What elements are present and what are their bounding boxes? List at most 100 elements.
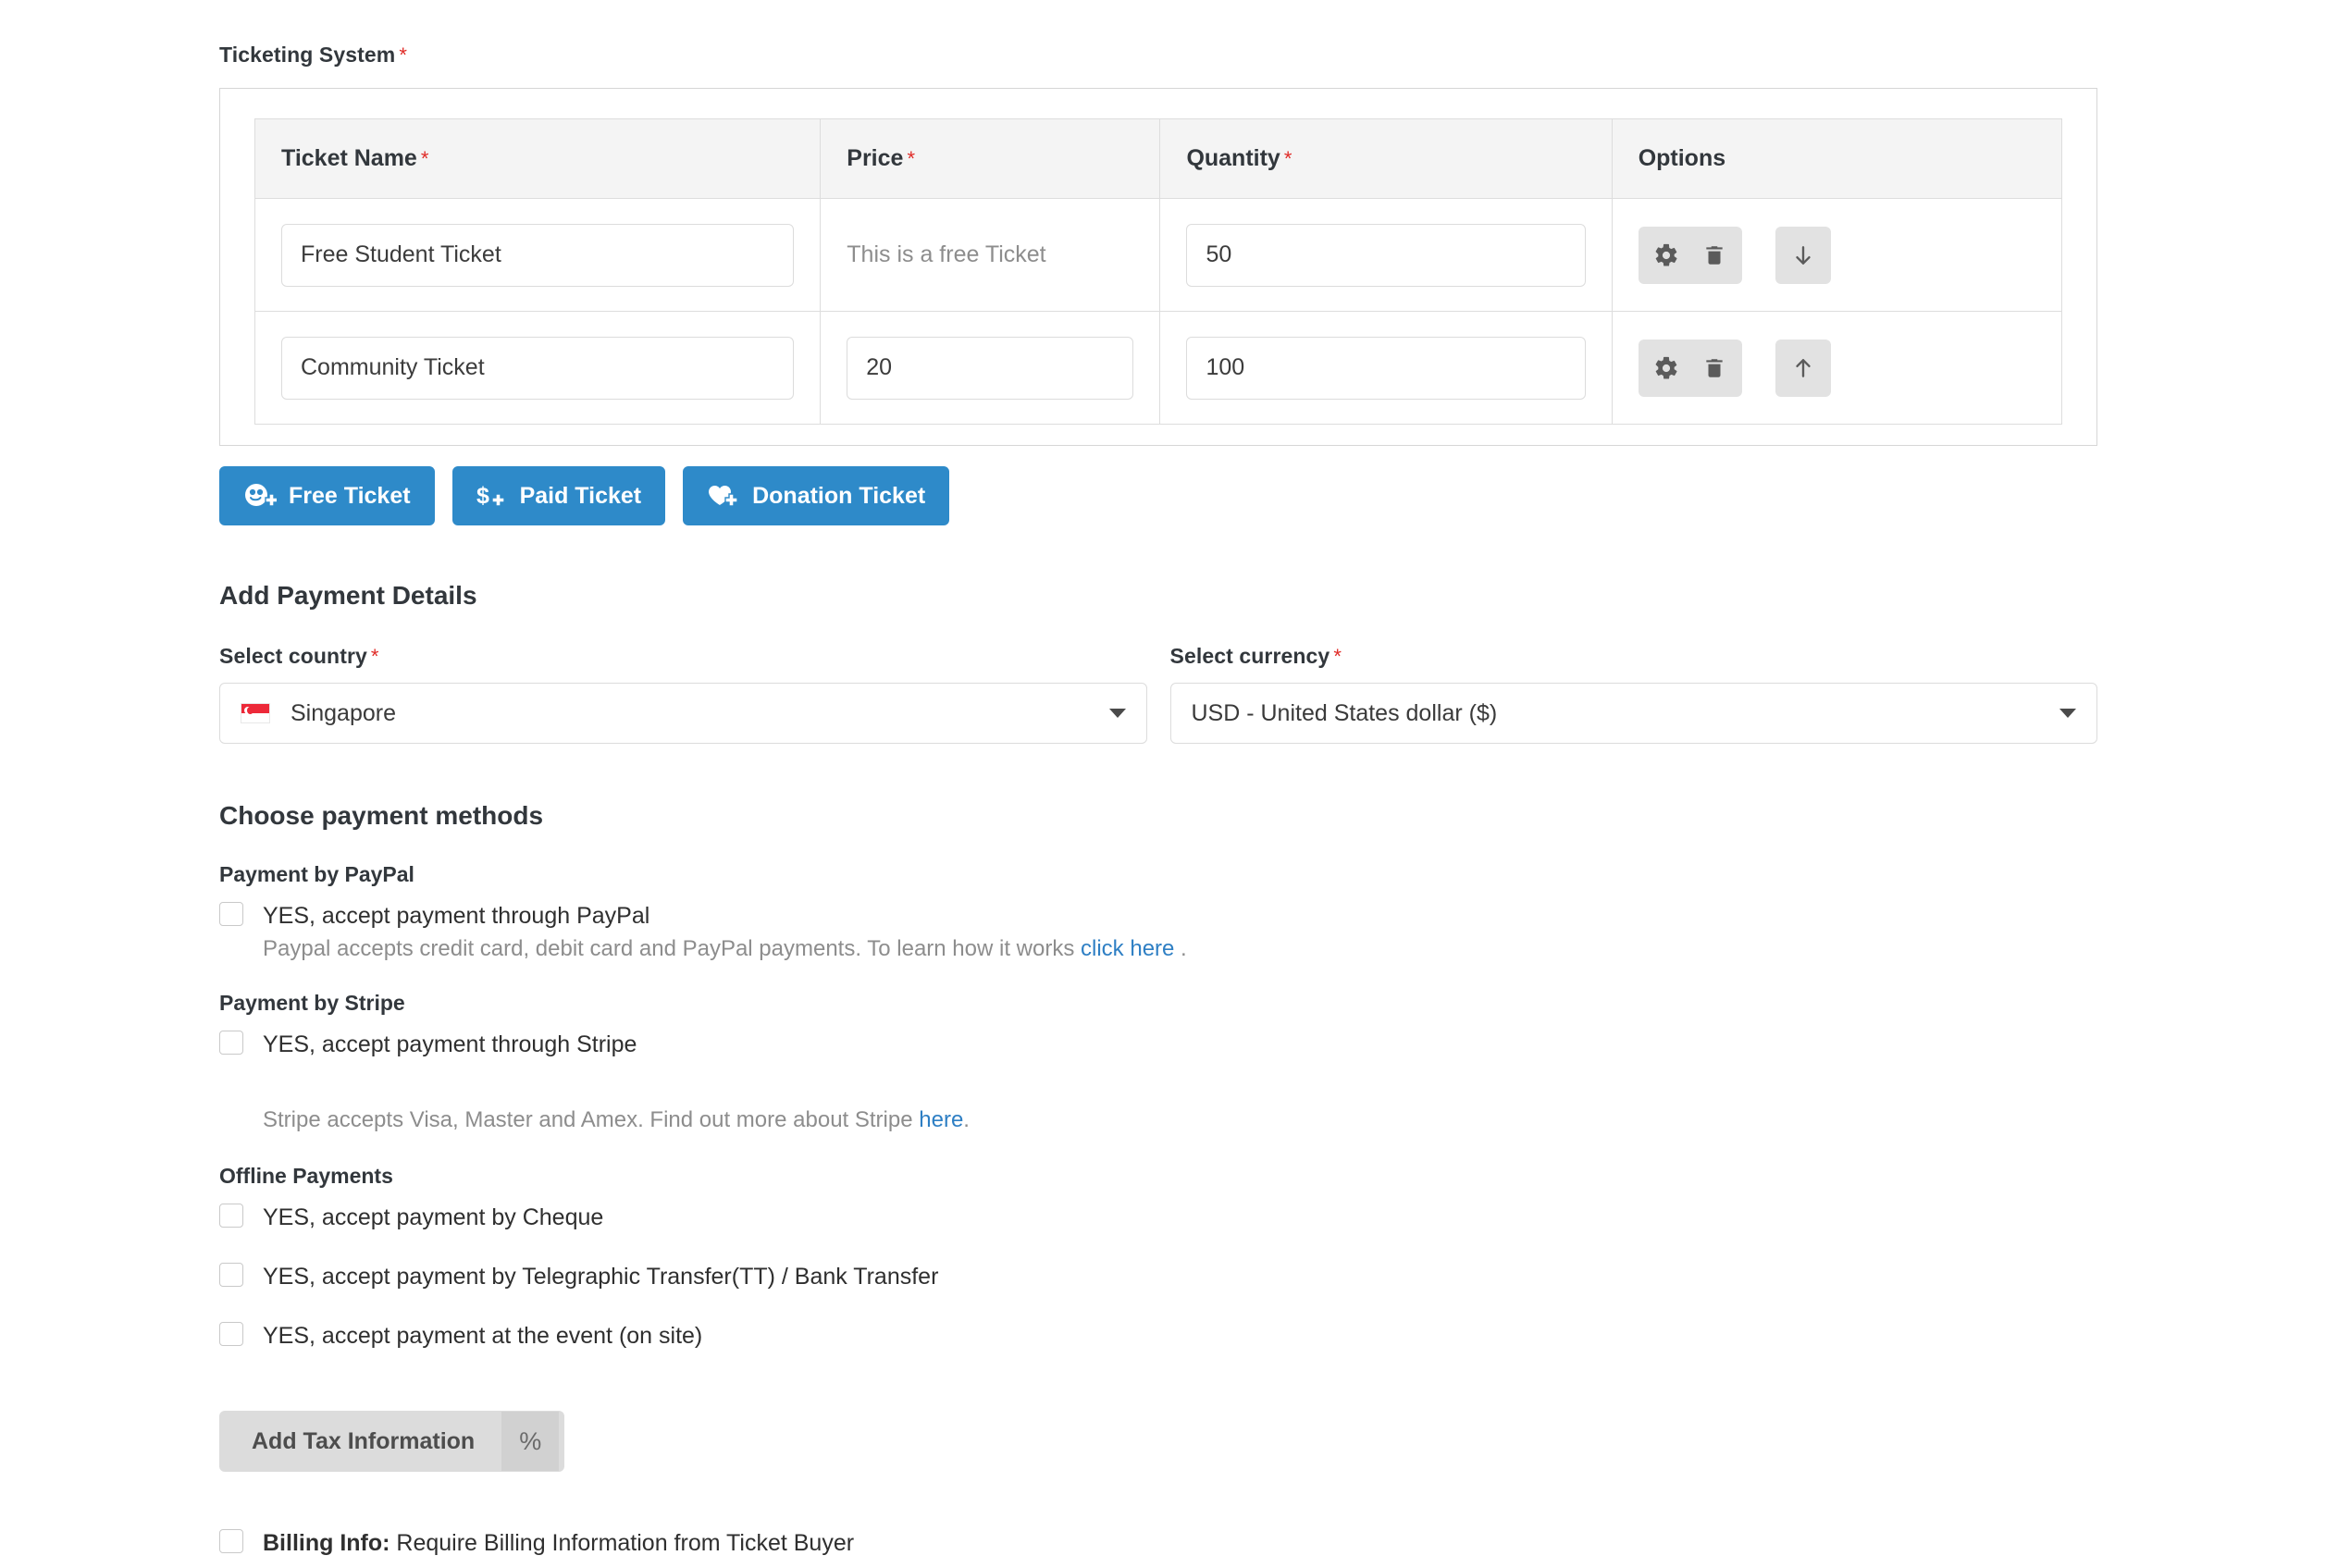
options-controls (1638, 226, 2035, 284)
form-content: Ticketing System * Ticket Name * Price * Qu… (219, 0, 2097, 1568)
country-label-text: Select country (219, 644, 367, 668)
offline-payments-group: Offline Payments YES, accept payment by … (219, 1164, 2097, 1350)
smiley-plus-icon (243, 482, 277, 510)
row-action-group (1638, 339, 1742, 397)
column-header-label: Options (1638, 145, 1726, 171)
free-ticket-note: This is a free Ticket (847, 241, 1046, 267)
cell-ticket-name (254, 198, 822, 312)
payment-details-section: Add Payment Details Select country * Sing… (219, 581, 2097, 744)
required-asterisk: * (1283, 147, 1292, 170)
paypal-checkbox-label: YES, accept payment through PayPal (263, 903, 650, 929)
stripe-heading: Payment by Stripe (219, 991, 405, 1015)
stripe-checkbox[interactable] (219, 1031, 243, 1055)
ticketing-system-label-text: Ticketing System (219, 43, 396, 67)
add-tax-information-button[interactable]: Add Tax Information % (219, 1411, 565, 1472)
add-free-ticket-button[interactable]: Free Ticket (219, 466, 435, 525)
billing-info-row: Billing Info: Require Billing Informatio… (219, 1529, 2097, 1557)
cell-options (1611, 198, 2063, 312)
trash-icon (1702, 243, 1726, 267)
country-label: Select country * (219, 644, 1147, 669)
offline-onsite-row: YES, accept payment at the event (on sit… (219, 1322, 2097, 1350)
add-ticket-buttons: Free Ticket $ Paid Ticket Donation Ticke… (219, 466, 2097, 525)
settings-button[interactable] (1642, 340, 1690, 397)
ticket-name-input[interactable] (281, 223, 795, 287)
paypal-learn-more-link[interactable]: click here (1081, 936, 1174, 961)
tax-section: Add Tax Information % (219, 1411, 2097, 1472)
stripe-hint-after: . (963, 1107, 970, 1132)
required-asterisk: * (1333, 645, 1342, 668)
paypal-checkbox-block: YES, accept payment through PayPal Paypa… (263, 902, 1187, 963)
add-donation-ticket-label: Donation Ticket (752, 482, 926, 509)
currency-label: Select currency * (1170, 644, 2098, 669)
delete-button[interactable] (1690, 227, 1738, 284)
cell-ticket-name (254, 311, 822, 425)
onsite-checkbox-label: YES, accept payment at the event (on sit… (263, 1323, 703, 1349)
cell-quantity (1159, 198, 1613, 312)
stripe-checkbox-row: YES, accept payment through Stripe (219, 1031, 2097, 1058)
percent-icon: % (501, 1412, 560, 1471)
add-donation-ticket-button[interactable]: Donation Ticket (683, 466, 950, 525)
paypal-group: Payment by PayPal YES, accept payment th… (219, 862, 2097, 963)
billing-info-checkbox[interactable] (219, 1529, 243, 1553)
payment-selectors: Select country * Singapore Select currenc… (219, 644, 2097, 744)
paypal-checkbox-row: YES, accept payment through PayPal Paypa… (219, 902, 2097, 963)
ticket-name-input[interactable] (281, 336, 795, 400)
dollar-plus-icon: $ (476, 482, 508, 510)
bank-transfer-checkbox[interactable] (219, 1263, 243, 1287)
required-asterisk: * (420, 147, 429, 170)
tickets-table: Ticket Name* Price* Quantity* Options Th… (254, 118, 2063, 425)
stripe-hint: Stripe accepts Visa, Master and Amex. Fi… (263, 1106, 2097, 1134)
paypal-hint: Paypal accepts credit card, debit card a… (263, 935, 1187, 963)
gear-icon (1653, 242, 1679, 268)
column-header-label: Quantity (1186, 145, 1280, 171)
ticketing-system-section: Ticketing System * Ticket Name * Price * Qu… (219, 0, 2097, 525)
add-paid-ticket-button[interactable]: $ Paid Ticket (451, 466, 666, 525)
ticket-table-container: Ticket Name* Price* Quantity* Options Th… (219, 88, 2097, 446)
arrow-up-icon (1791, 356, 1815, 380)
currency-field: Select currency * USD - United States dol… (1169, 644, 2098, 744)
cell-quantity (1159, 311, 1613, 425)
cell-price (820, 311, 1161, 425)
onsite-checkbox[interactable] (219, 1322, 243, 1346)
paypal-hint-before: Paypal accepts credit card, debit card a… (263, 936, 1082, 961)
stripe-group: Payment by Stripe YES, accept payment th… (219, 991, 2097, 1134)
settings-button[interactable] (1642, 227, 1690, 284)
cheque-checkbox-label: YES, accept payment by Cheque (263, 1204, 604, 1230)
column-header-label: Ticket Name (281, 145, 417, 171)
chevron-down-icon (1108, 709, 1126, 718)
trash-icon (1702, 356, 1726, 380)
payment-details-title: Add Payment Details (219, 581, 477, 610)
delete-button[interactable] (1690, 340, 1738, 397)
column-header-quantity: Quantity * (1159, 118, 1613, 199)
chevron-down-icon (2059, 709, 2076, 718)
country-selected-value: Singapore (291, 699, 396, 726)
cell-price: This is a free Ticket (820, 198, 1161, 312)
column-header-label: Price (847, 145, 904, 171)
move-up-button[interactable] (1775, 339, 1831, 397)
billing-info-label: Billing Info: Require Billing Informatio… (263, 1529, 854, 1557)
offline-bank-transfer-row: YES, accept payment by Telegraphic Trans… (219, 1263, 2097, 1290)
cheque-checkbox[interactable] (219, 1204, 243, 1228)
column-header-options: Options (1611, 118, 2063, 199)
ticketing-payment-form-page: Ticketing System * Ticket Name * Price * Qu… (0, 0, 2325, 1568)
cell-options (1611, 311, 2063, 425)
gear-icon (1653, 355, 1679, 381)
singapore-flag-icon (241, 703, 270, 723)
ticket-quantity-input[interactable] (1186, 336, 1586, 400)
stripe-learn-more-link[interactable]: here (919, 1107, 963, 1132)
heart-plus-icon (707, 482, 740, 510)
bank-transfer-checkbox-label: YES, accept payment by Telegraphic Trans… (263, 1264, 939, 1290)
column-header-price: Price * (820, 118, 1161, 199)
paypal-checkbox[interactable] (219, 902, 243, 926)
ticket-price-input[interactable] (847, 336, 1134, 400)
move-down-button[interactable] (1775, 226, 1831, 284)
country-select[interactable]: Singapore (219, 683, 1147, 744)
table-header-row: Ticket Name * Price * Quantity * Options (254, 118, 2063, 199)
currency-select[interactable]: USD - United States dollar ($) (1169, 683, 2097, 744)
add-tax-information-label: Add Tax Information (225, 1412, 502, 1471)
required-asterisk: * (399, 43, 408, 67)
payment-methods-title: Choose payment methods (219, 801, 544, 830)
ticket-quantity-input[interactable] (1186, 223, 1586, 287)
table-row (254, 311, 2063, 425)
country-field: Select country * Singapore (219, 644, 1147, 744)
